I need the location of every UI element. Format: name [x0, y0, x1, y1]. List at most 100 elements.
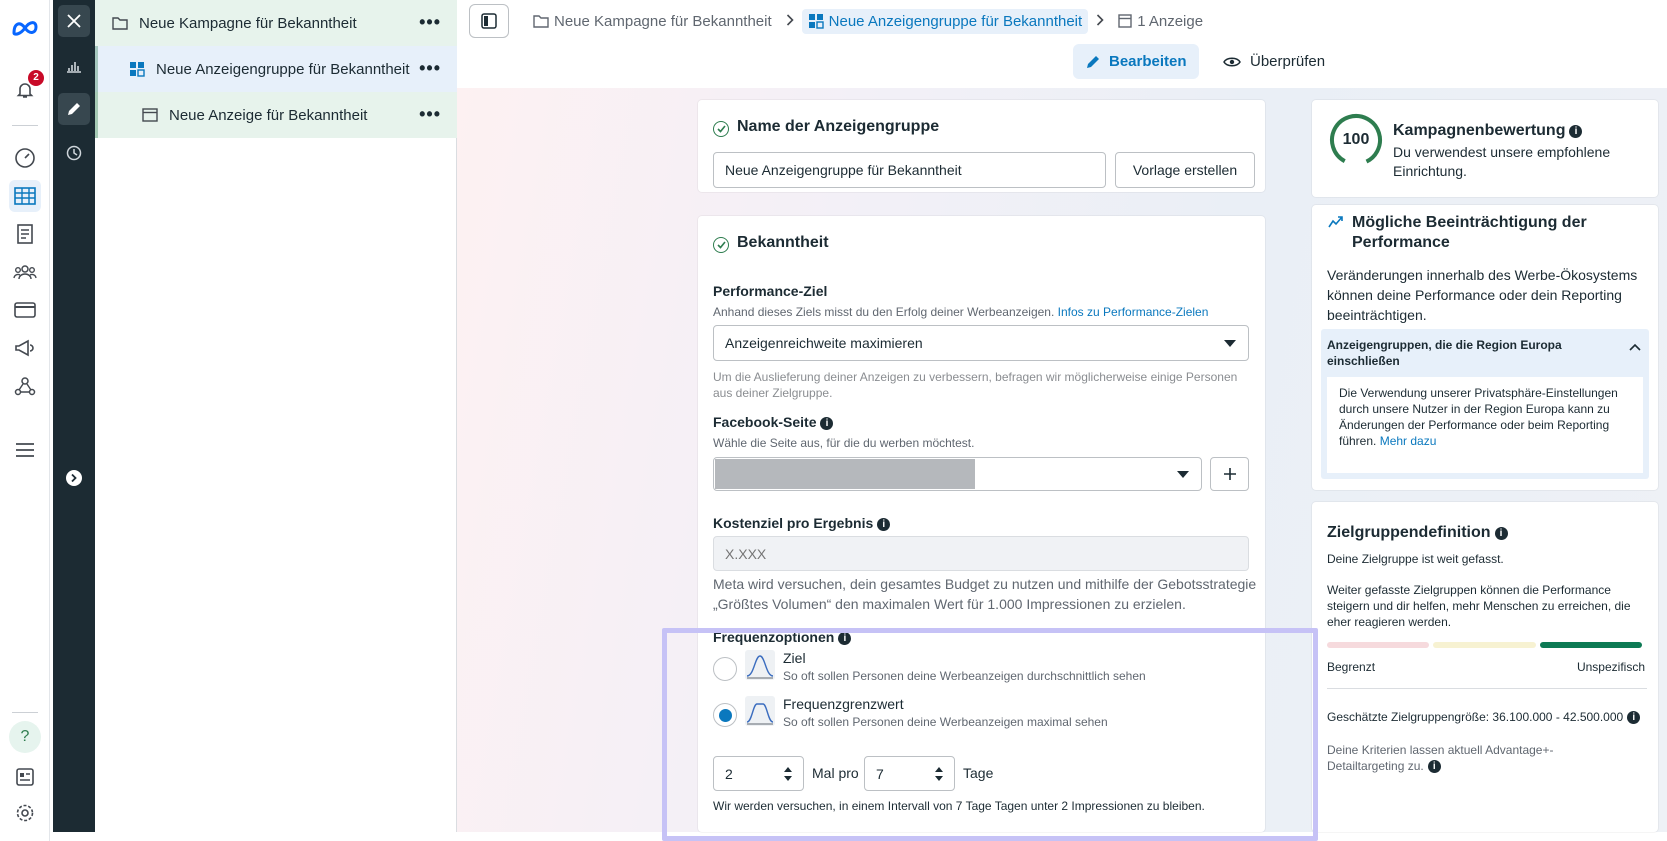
performance-goal-note: Um die Auslieferung deiner Anzeigen zu v… [713, 370, 1238, 400]
analytics-bars-icon[interactable] [58, 50, 90, 82]
more-options-icon[interactable]: ••• [419, 12, 441, 33]
awareness-card: Bekanntheit Performance-Ziel Anhand dies… [698, 216, 1265, 832]
notifications-badge: 2 [28, 70, 44, 86]
distribution-curve-icon [745, 650, 775, 680]
audience-size: Geschätzte Zielgruppengröße: 36.100.000 … [1327, 710, 1641, 724]
info-icon[interactable]: i [820, 417, 834, 430]
close-icon[interactable] [58, 5, 90, 37]
frequency-option-cap-title: Frequenzgrenzwert [783, 696, 904, 712]
tree-ad-label: Neue Anzeige für Bekanntheit [169, 106, 368, 124]
add-page-button[interactable] [1210, 457, 1249, 491]
more-options-icon[interactable]: ••• [419, 58, 441, 79]
more-options-icon[interactable]: ••• [419, 104, 441, 125]
edit-pencil-icon[interactable] [58, 93, 90, 125]
create-template-button[interactable]: Vorlage erstellen [1115, 152, 1255, 188]
expand-chevron-icon[interactable] [58, 462, 90, 494]
business-network-icon[interactable] [9, 370, 41, 402]
settings-gear-icon[interactable] [9, 797, 41, 829]
score-value: 100 [1342, 131, 1370, 148]
info-icon[interactable]: i [1427, 760, 1441, 773]
info-icon[interactable]: i [1494, 527, 1508, 540]
performance-goal-desc-text: Anhand dieses Ziels misst du den Erfolg … [713, 305, 1055, 319]
divider [1327, 688, 1647, 689]
learn-more-link[interactable]: Mehr dazu [1380, 434, 1437, 448]
tree-item-campaign[interactable]: Neue Kampagne für Bekanntheit ••• [95, 0, 457, 46]
folder-icon [533, 15, 549, 28]
cost-goal-input[interactable] [713, 536, 1249, 571]
meta-logo-icon[interactable] [9, 12, 41, 44]
audience-breadth-meter [1327, 642, 1642, 648]
notifications-bell-icon[interactable]: 2 [9, 70, 44, 106]
region-accordion-title: Anzeigengruppen, die die Region Europa e… [1327, 338, 1562, 368]
help-question-icon[interactable]: ? [9, 721, 41, 753]
chevron-right-icon [1096, 13, 1104, 29]
breadcrumb-adset-label: Neue Anzeigengruppe für Bekanntheit [828, 12, 1083, 30]
tree-indent-bar [95, 46, 98, 138]
toggle-panel-button[interactable] [469, 4, 509, 38]
frequency-option-cap[interactable]: Frequenzgrenzwert So oft sollen Personen… [713, 696, 1253, 736]
facebook-page-select[interactable] [713, 457, 1202, 491]
radio-cap-selected[interactable] [713, 703, 737, 727]
facebook-page-desc: Wähle die Seite aus, für die du werben m… [713, 436, 975, 450]
performance-goal-select[interactable]: Anzeigenreichweite maximieren [713, 325, 1249, 361]
adset-grid-icon [808, 14, 824, 29]
stepper-arrows-icon[interactable] [934, 765, 944, 783]
cost-goal-note: Meta wird versuchen, dein gesamtes Budge… [713, 576, 1257, 612]
news-feed-icon[interactable] [9, 761, 41, 793]
tree-item-adset[interactable]: Neue Anzeigengruppe für Bekanntheit ••• [95, 46, 457, 92]
chevron-right-icon [786, 13, 794, 29]
history-clock-icon[interactable] [58, 137, 90, 169]
audience-title-text: Zielgruppendefinition [1327, 524, 1491, 541]
breadcrumb-adset[interactable]: Neue Anzeigengruppe für Bekanntheit [801, 8, 1089, 34]
awareness-heading: Bekanntheit [713, 234, 829, 253]
tree-campaign-label: Neue Kampagne für Bekanntheit [139, 14, 357, 32]
adset-name-input[interactable]: Neue Anzeigengruppe für Bekanntheit [713, 152, 1106, 188]
frequency-option-target-title: Ziel [783, 650, 806, 666]
meter-segment-narrow [1327, 642, 1430, 648]
review-button[interactable]: Überprüfen [1211, 44, 1337, 79]
audiences-people-icon[interactable] [9, 256, 41, 288]
info-icon[interactable]: i [877, 518, 891, 531]
breadcrumb-ad[interactable]: 1 Anzeige [1112, 9, 1209, 34]
region-accordion-body: Die Verwendung unserer Privatsphäre-Eins… [1327, 377, 1643, 473]
dropdown-caret-icon [1224, 340, 1236, 347]
frequency-cap-curve-icon [745, 696, 775, 726]
audience-size-text: Geschätzte Zielgruppengröße: 36.100.000 … [1327, 710, 1624, 724]
radio-target[interactable] [713, 657, 737, 681]
info-icon[interactable]: i [1627, 711, 1641, 724]
performance-goal-info-link[interactable]: Infos zu Performance-Zielen [1058, 305, 1209, 319]
pages-document-icon[interactable] [9, 218, 41, 250]
campaign-score-card: 100 Kampagnenbewertung i Du verwendest un… [1312, 100, 1658, 197]
dashboard-gauge-icon[interactable] [9, 142, 41, 174]
region-accordion: Anzeigengruppen, die die Region Europa e… [1321, 329, 1649, 479]
impressions-stepper[interactable]: 2 [713, 756, 804, 791]
rail-divider [12, 125, 38, 126]
frequency-option-target[interactable]: Ziel So oft sollen Personen deine Werbea… [713, 650, 1253, 690]
audience-desc: Weiter gefasste Zielgruppen können die P… [1327, 583, 1631, 629]
campaign-tree-panel: Neue Kampagne für Bekanntheit ••• Neue A… [95, 0, 457, 832]
facebook-page-label: Facebook-Seite i [713, 414, 834, 430]
megaphone-icon[interactable] [9, 332, 41, 364]
frequency-option-cap-desc: So oft sollen Personen deine Werbeanzeig… [783, 715, 1108, 729]
stepper-arrows-icon[interactable] [783, 765, 793, 783]
meter-left-label: Begrenzt [1327, 660, 1376, 674]
trend-line-icon [1328, 216, 1343, 228]
adset-name-heading: Name der Anzeigengruppe [713, 118, 939, 137]
breadcrumb-campaign[interactable]: Neue Kampagne für Bekanntheit [527, 9, 778, 34]
edit-button[interactable]: Bearbeiten [1073, 44, 1199, 79]
days-stepper[interactable]: 7 [864, 756, 955, 791]
info-icon[interactable]: i [838, 632, 852, 645]
tree-item-ad[interactable]: Neue Anzeige für Bekanntheit ••• [95, 92, 457, 138]
chevron-up-icon[interactable] [1629, 343, 1641, 351]
times-per-label: Mal pro [812, 765, 859, 781]
impressions-value: 2 [725, 765, 733, 782]
breadcrumb-campaign-label: Neue Kampagne für Bekanntheit [554, 12, 772, 30]
cost-goal-label-text: Kostenziel pro Ergebnis [713, 515, 874, 531]
audience-status: Deine Zielgruppe ist weit gefasst. [1327, 552, 1504, 566]
info-icon[interactable]: i [1569, 125, 1583, 138]
audience-title: Zielgruppendefinition i [1327, 524, 1508, 542]
menu-hamburger-icon[interactable] [9, 434, 41, 466]
ads-manager-table-icon[interactable] [9, 180, 41, 212]
plus-icon [1223, 468, 1236, 480]
billing-card-icon[interactable] [9, 294, 41, 326]
